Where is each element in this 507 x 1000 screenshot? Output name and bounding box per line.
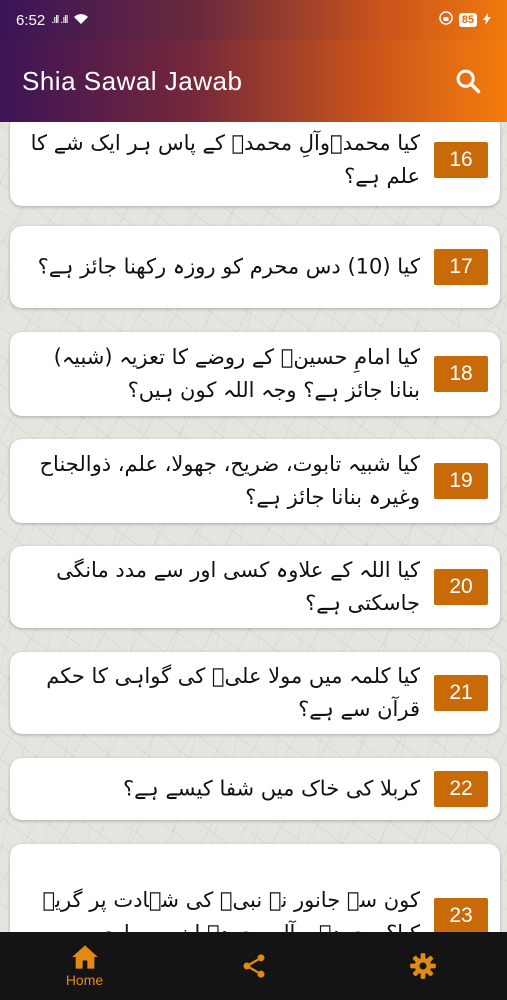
battery-icon: 85 xyxy=(458,13,477,27)
question-text: کیا اللہ کے علاوہ کسی اور سے مدد مانگی ج… xyxy=(56,558,420,615)
question-text: کیا کلمہ میں مولا علیؑ کی گواہی کا حکم ق… xyxy=(46,664,420,721)
question-card-20[interactable]: کیا اللہ کے علاوہ کسی اور سے مدد مانگی ج… xyxy=(10,546,500,628)
nav-settings[interactable] xyxy=(338,932,507,1000)
question-number-badge: 19 xyxy=(434,463,488,499)
question-number-badge: 22 xyxy=(434,771,488,807)
question-card-19[interactable]: کیا شبیہ تابوت، ضریح، جھولا، علم، ذوالجن… xyxy=(10,439,500,523)
question-number-badge: 18 xyxy=(434,356,488,392)
share-icon xyxy=(243,954,264,978)
bottom-nav: Home xyxy=(0,932,507,1000)
app-title: Shia Sawal Jawab xyxy=(22,65,243,96)
question-text: کون سے جانور نے نبیؐ کی شہادت پر گریہ کی… xyxy=(42,888,421,932)
question-text: کیا امامِ حسینؑ کے روضے کا تعزیہ (شبیہ) … xyxy=(53,345,420,402)
alarm-icon xyxy=(439,11,453,29)
question-number-badge: 17 xyxy=(434,249,488,285)
question-text: کیا شبیہ تابوت، ضریح، جھولا، علم، ذوالجن… xyxy=(39,452,420,509)
status-right: 85 xyxy=(439,11,491,29)
nav-home[interactable]: Home xyxy=(0,932,169,1000)
home-icon xyxy=(71,945,98,969)
status-left: 6:52 .ıll .ıll xyxy=(16,12,89,29)
question-text: کیا (10) دس محرم کو روزہ رکھنا جائز ہے؟ xyxy=(37,254,420,279)
question-number-badge: 23 xyxy=(434,898,488,932)
question-text: کربلا کی خاک میں شفا کیسے ہے؟ xyxy=(122,776,420,801)
question-number-badge: 16 xyxy=(434,142,488,178)
question-card-21[interactable]: کیا کلمہ میں مولا علیؑ کی گواہی کا حکم ق… xyxy=(10,652,500,734)
status-time: 6:52 xyxy=(16,11,46,29)
question-list[interactable]: کیا محمدؐوآلِ محمدؐ کے پاس ہر ایک شے کا … xyxy=(0,122,507,932)
search-icon xyxy=(456,69,481,94)
status-bar: 6:52 .ıll .ıll 85 xyxy=(0,0,507,40)
gear-icon xyxy=(409,953,436,979)
question-card-22[interactable]: کربلا کی خاک میں شفا کیسے ہے؟ 22 xyxy=(10,758,500,820)
question-card-16[interactable]: کیا محمدؐوآلِ محمدؐ کے پاس ہر ایک شے کا … xyxy=(10,122,500,206)
question-card-18[interactable]: کیا امامِ حسینؑ کے روضے کا تعزیہ (شبیہ) … xyxy=(10,332,500,416)
nav-share[interactable] xyxy=(169,932,338,1000)
question-number-badge: 21 xyxy=(434,675,488,711)
signal-icon: .ıll .ıll xyxy=(51,14,68,26)
question-card-17[interactable]: کیا (10) دس محرم کو روزہ رکھنا جائز ہے؟ … xyxy=(10,226,500,308)
charging-icon xyxy=(483,12,491,29)
wifi-icon xyxy=(73,12,89,29)
question-text: کیا محمدؐوآلِ محمدؐ کے پاس ہر ایک شے کا … xyxy=(30,131,420,188)
question-card-23[interactable]: کون سے جانور نے نبیؐ کی شہادت پر گریہ کی… xyxy=(10,844,500,932)
search-button[interactable] xyxy=(451,64,485,98)
app-bar: Shia Sawal Jawab xyxy=(0,40,507,122)
nav-home-label: Home xyxy=(65,972,104,988)
question-number-badge: 20 xyxy=(434,569,488,605)
